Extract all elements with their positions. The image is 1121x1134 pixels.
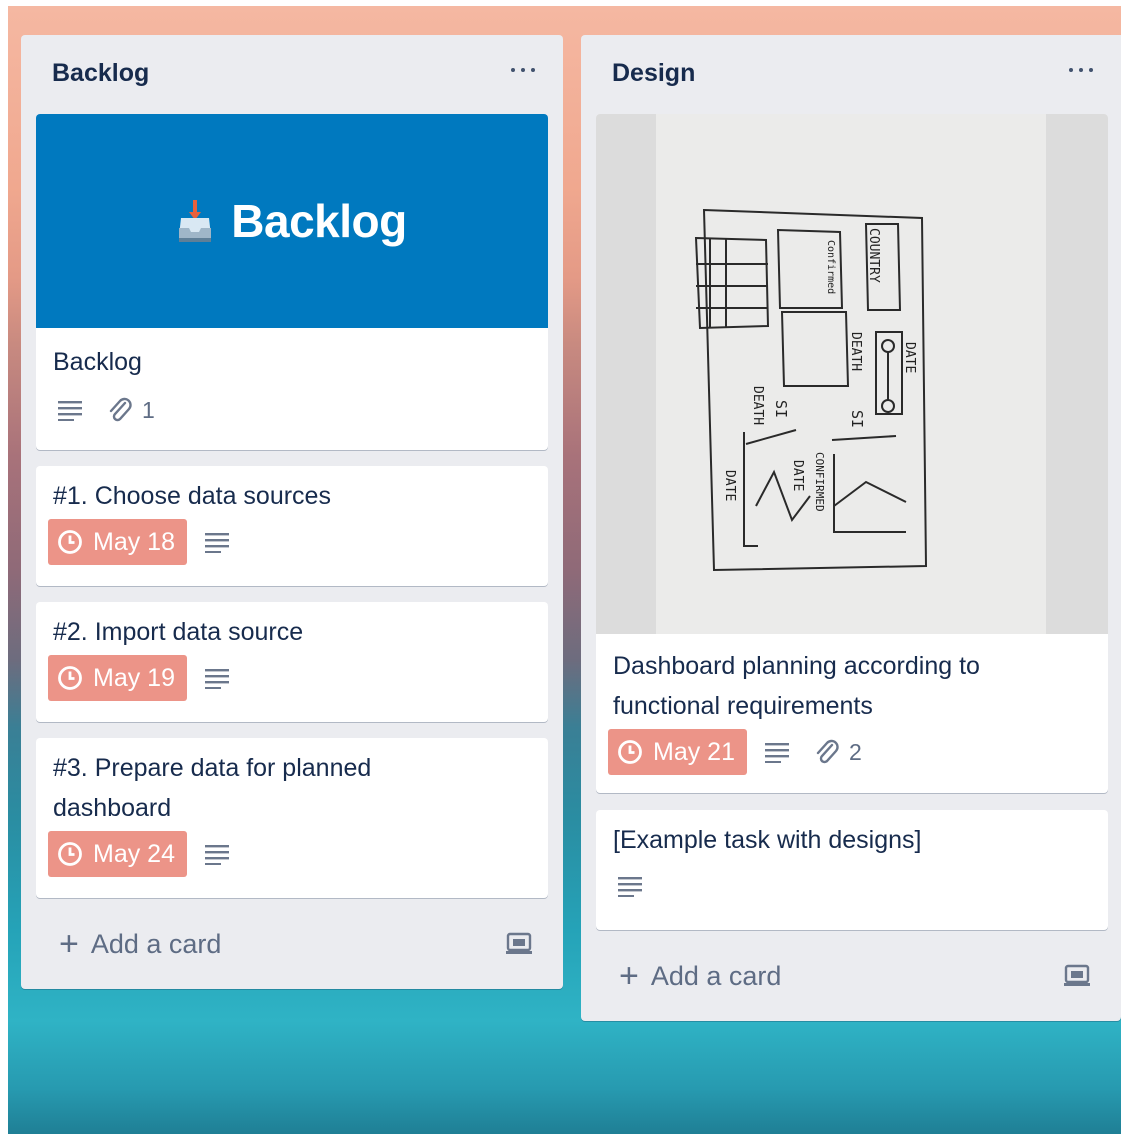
description-icon	[204, 669, 229, 689]
card-title: Backlog	[53, 348, 142, 376]
attachment-count: 1	[108, 397, 155, 424]
list-design: Design COUNTRY Confirmed DEATH DATE SI S…	[581, 35, 1121, 1021]
description-icon	[58, 401, 82, 421]
description-icon	[204, 533, 229, 553]
sketch-label-confirmed: CONFIRMED	[813, 452, 826, 512]
sketch-label-death: DEATH	[848, 332, 863, 371]
due-date-badge[interactable]: May 21	[608, 729, 747, 775]
ellipsis-icon[interactable]	[509, 65, 537, 75]
sketch-drawing: COUNTRY Confirmed DEATH DATE SI SI DEATH…	[694, 208, 928, 572]
list-title[interactable]: Backlog	[52, 59, 149, 88]
sketch-label-date-mid: DATE	[790, 460, 805, 491]
plus-icon: +	[619, 957, 639, 995]
card-title: [Example task with designs]	[613, 826, 922, 854]
paperclip-icon	[109, 397, 132, 422]
attachment-count-label: 1	[142, 396, 155, 423]
card-prepare-data[interactable]: #3. Prepare data for planned dashboard M…	[36, 738, 548, 898]
cover-title: Backlog	[231, 195, 407, 247]
description-icon	[618, 877, 642, 897]
sketch-label-date: DATE	[902, 342, 917, 373]
card-badges: May 19	[36, 652, 548, 712]
due-date-badge[interactable]: May 18	[48, 519, 187, 565]
list-backlog: Backlog Backlog Backlog 1 #1. Choose dat…	[21, 35, 563, 989]
add-card-label: Add a card	[650, 960, 782, 991]
card-template-icon[interactable]	[505, 932, 533, 956]
paperclip-icon	[816, 739, 839, 764]
card-cover-sketch-image: COUNTRY Confirmed DEATH DATE SI SI DEATH…	[596, 114, 1108, 634]
add-card-label: Add a card	[90, 928, 222, 959]
card-example-task[interactable]: [Example task with designs]	[596, 810, 1108, 930]
card-badges	[596, 860, 1108, 920]
card-import-data-source[interactable]: #2. Import data source May 19	[36, 602, 548, 722]
card-title: #3. Prepare data for planned dashboard	[53, 754, 372, 822]
clock-icon	[618, 740, 642, 764]
sketch-label-date-left: DATE	[722, 470, 737, 501]
due-date-label: May 19	[93, 663, 175, 692]
plus-icon: +	[59, 925, 79, 963]
card-badges: May 24	[36, 828, 548, 888]
inbox-icon	[177, 198, 213, 244]
card-title: #2. Import data source	[53, 618, 304, 646]
attachment-count-label: 2	[848, 738, 862, 765]
card-badges: May 21 2	[596, 726, 1108, 786]
due-date-label: May 21	[653, 737, 735, 766]
sketch-label-confirmed-small: Confirmed	[825, 240, 836, 294]
card-cover: Backlog	[36, 114, 548, 328]
sketch-label-si-left: SI	[772, 400, 790, 418]
due-date-badge[interactable]: May 19	[48, 655, 187, 701]
sketch-label-country: COUNTRY	[866, 228, 881, 283]
due-date-badge[interactable]: May 24	[48, 831, 187, 877]
clock-icon	[58, 842, 82, 866]
card-choose-data-sources[interactable]: #1. Choose data sources May 18	[36, 466, 548, 586]
attachment-count: 2	[815, 739, 862, 766]
description-icon	[204, 845, 229, 865]
add-card-button[interactable]: + Add a card	[59, 927, 221, 961]
card-backlog-cover[interactable]: Backlog Backlog 1	[36, 114, 548, 450]
list-title[interactable]: Design	[612, 59, 695, 88]
sketch-label-death-left: DEATH	[750, 386, 765, 425]
card-dashboard-planning[interactable]: COUNTRY Confirmed DEATH DATE SI SI DEATH…	[596, 114, 1108, 793]
card-badges: May 18	[36, 516, 548, 576]
description-icon	[764, 743, 789, 763]
due-date-label: May 24	[93, 839, 175, 868]
clock-icon	[58, 666, 82, 690]
due-date-label: May 18	[93, 527, 175, 556]
clock-icon	[58, 530, 82, 554]
card-template-icon[interactable]	[1063, 964, 1091, 988]
ellipsis-icon[interactable]	[1067, 65, 1095, 75]
add-card-button[interactable]: + Add a card	[619, 959, 781, 993]
sketch-label-si-right: SI	[848, 410, 866, 428]
card-badges: 1	[36, 382, 548, 444]
card-title: #1. Choose data sources	[53, 482, 331, 510]
card-title: Dashboard planning according to function…	[613, 652, 980, 720]
